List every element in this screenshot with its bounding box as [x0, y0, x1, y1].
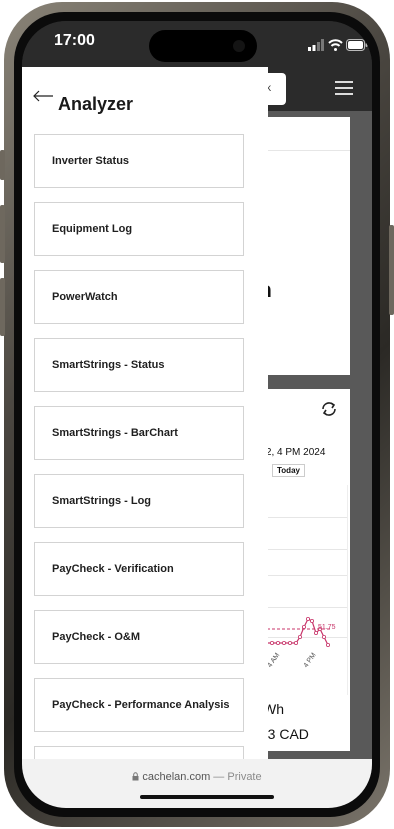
- phone-device: 17:00 k 'h: [0, 0, 394, 829]
- menu-item-label: SmartStrings - Status: [52, 359, 165, 371]
- range-tag-today[interactable]: Today: [272, 464, 305, 477]
- status-time: 17:00: [54, 32, 95, 49]
- url-domain: cachelan.com: [142, 771, 211, 783]
- analyzer-drawer: Analyzer Inverter Status Equipment Log P…: [22, 67, 268, 759]
- volume-up-button: [0, 205, 5, 263]
- power-button: [389, 225, 394, 315]
- menu-item-partial[interactable]: [34, 746, 244, 759]
- lock-icon: [132, 772, 139, 781]
- menu-item-powerwatch[interactable]: PowerWatch: [34, 270, 244, 324]
- url-separator: —: [210, 771, 228, 783]
- status-bar: 17:00: [22, 21, 372, 67]
- volume-down-button: [0, 278, 5, 336]
- menu-item-label: SmartStrings - Log: [52, 495, 152, 507]
- screen: 17:00 k 'h: [22, 21, 372, 808]
- browser-url-bar[interactable]: cachelan.com — Private: [22, 759, 372, 808]
- menu-item-paycheck-verification[interactable]: PayCheck - Verification: [34, 542, 244, 596]
- menu-item-label: Equipment Log: [52, 223, 133, 235]
- menu-item-label: PayCheck - Verification: [52, 563, 174, 575]
- private-mode-label: Private: [227, 771, 262, 783]
- menu-item-inverter-status[interactable]: Inverter Status: [34, 134, 244, 188]
- menu-item-label: PayCheck - O&M: [52, 631, 141, 643]
- refresh-icon[interactable]: [320, 400, 338, 418]
- home-indicator[interactable]: [140, 795, 274, 799]
- url-display: cachelan.com — Private: [22, 771, 372, 783]
- action-button: [0, 150, 5, 180]
- menu-item-smartstrings-barchart[interactable]: SmartStrings - BarChart: [34, 406, 244, 460]
- chart-reference-label: 51.75: [318, 624, 336, 631]
- drawer-title: Analyzer: [58, 94, 134, 114]
- camera-icon: [233, 40, 245, 52]
- hamburger-menu-icon[interactable]: [335, 81, 353, 95]
- menu-item-equipment-log[interactable]: Equipment Log: [34, 202, 244, 256]
- dynamic-island: [149, 30, 257, 62]
- menu-item-paycheck-om[interactable]: PayCheck - O&M: [34, 610, 244, 664]
- menu-item-label: PowerWatch: [52, 291, 118, 303]
- menu-item-label: SmartStrings - BarChart: [52, 427, 178, 439]
- cellular-signal-icon: [308, 39, 324, 51]
- menu-item-label: Inverter Status: [52, 155, 130, 167]
- battery-icon: [346, 39, 368, 51]
- menu-item-smartstrings-log[interactable]: SmartStrings - Log: [34, 474, 244, 528]
- wifi-icon: [328, 39, 343, 51]
- menu-item-smartstrings-status[interactable]: SmartStrings - Status: [34, 338, 244, 392]
- back-arrow-icon[interactable]: [32, 89, 54, 103]
- menu-item-paycheck-performance-analysis[interactable]: PayCheck - Performance Analysis: [34, 678, 244, 732]
- menu-item-label: PayCheck - Performance Analysis: [52, 699, 230, 711]
